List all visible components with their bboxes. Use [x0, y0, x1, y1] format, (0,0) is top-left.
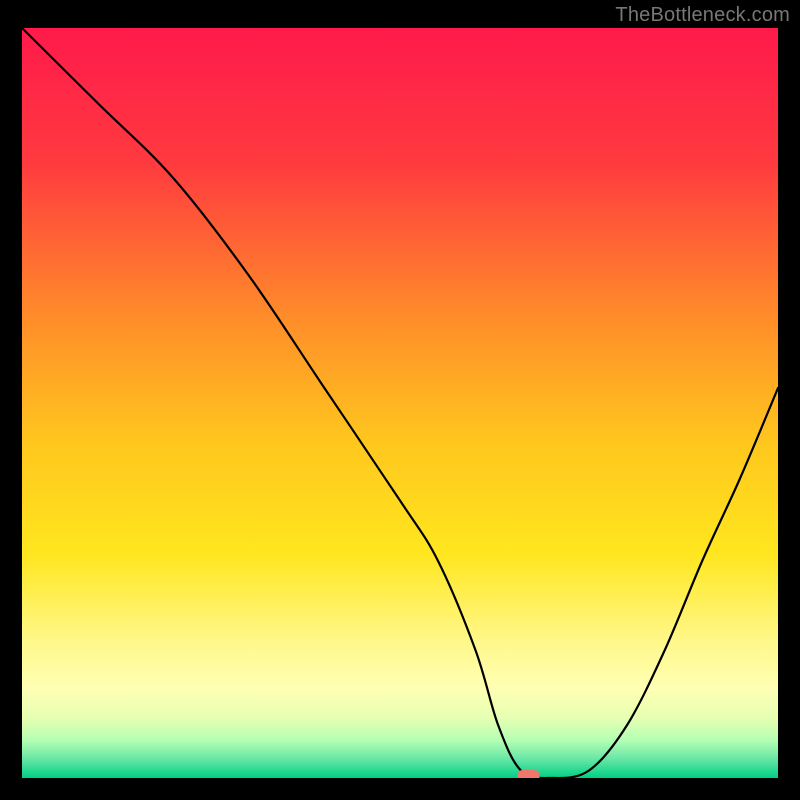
- chart-frame: TheBottleneck.com: [0, 0, 800, 800]
- plot-area: [22, 28, 778, 778]
- watermark-text: TheBottleneck.com: [615, 4, 790, 27]
- optimum-marker: [518, 770, 540, 778]
- chart-svg: [22, 28, 778, 778]
